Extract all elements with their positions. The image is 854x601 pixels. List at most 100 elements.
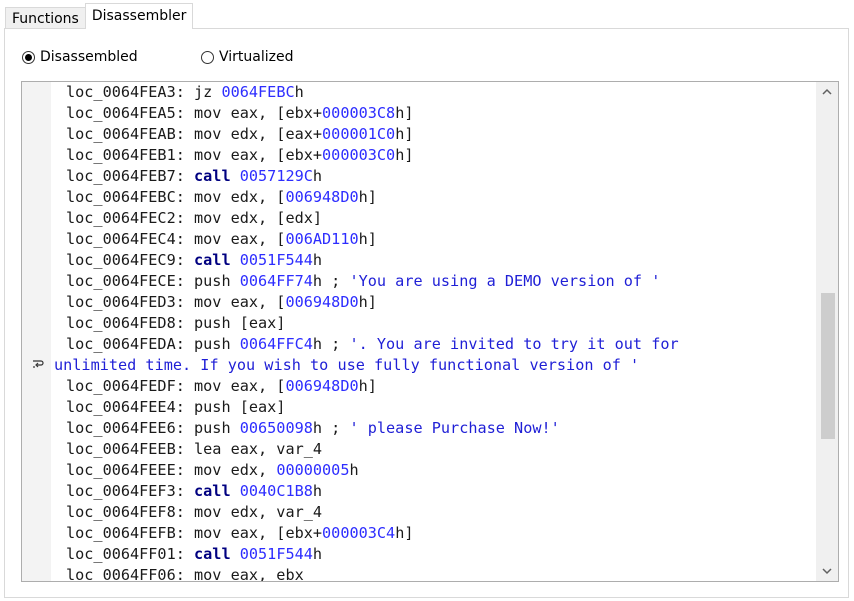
instruction-text: h (312, 482, 323, 500)
instruction-text: h] (358, 377, 377, 395)
string-comment: 'You are using a DEMO version of ' (349, 272, 661, 290)
code-line[interactable]: loc_0064FF01: call 0051F544h (66, 544, 813, 565)
code-line[interactable]: loc_0064FED8: push [eax] (66, 313, 813, 334)
instruction-text: h ; (312, 419, 350, 437)
instruction-text: push (194, 335, 240, 353)
instruction-text (231, 545, 240, 563)
tab-functions[interactable]: Functions (5, 7, 86, 29)
line-address: loc_0064FEDA: (66, 335, 195, 353)
instruction-text: mov eax, [ (194, 377, 286, 395)
line-address: loc_0064FEC4: (66, 230, 195, 248)
code-line[interactable]: loc_0064FEDA: push 0064FFC4h ; '. You ar… (66, 334, 813, 355)
operand-number: 006948D0 (285, 293, 359, 311)
chevron-down-icon[interactable] (816, 561, 838, 581)
instruction-text: h (312, 545, 323, 563)
instruction-text: push (194, 419, 240, 437)
operand-number: 0057129C (239, 167, 313, 185)
instruction-text: h] (395, 146, 414, 164)
radio-virtualized[interactable]: Virtualized (201, 49, 293, 65)
line-address: loc_0064FF01: (66, 545, 195, 563)
code-line[interactable]: loc_0064FEA3: jz 0064FEBCh (66, 82, 813, 103)
instruction-text: push (194, 272, 240, 290)
line-address: loc_0064FEC2: (66, 209, 195, 227)
line-address: loc_0064FEE6: (66, 419, 195, 437)
instruction-text (231, 482, 240, 500)
code-line[interactable]: loc_0064FEC2: mov edx, [edx] (66, 208, 813, 229)
instruction-text: h (312, 167, 323, 185)
code-line[interactable]: loc_0064FEB1: mov eax, [ebx+000003C0h] (66, 145, 813, 166)
code-line[interactable]: loc_0064FEB7: call 0057129Ch (66, 166, 813, 187)
instruction-text: push [eax] (194, 398, 286, 416)
scrollbar-thumb[interactable] (821, 293, 835, 439)
instruction-text: mov edx, var_4 (194, 503, 323, 521)
instruction-text: h] (358, 293, 377, 311)
line-address: loc_0064FEBC: (66, 188, 195, 206)
code-line[interactable]: loc_0064FEFB: mov eax, [ebx+000003C4h] (66, 523, 813, 544)
instruction-text: mov eax, [ebx+ (194, 524, 323, 542)
operand-number: 000003C0 (322, 146, 396, 164)
line-address: loc_0064FEF8: (66, 503, 195, 521)
line-address: loc_0064FEB1: (66, 146, 195, 164)
radio-indicator-unchecked[interactable] (201, 50, 214, 64)
code-line[interactable]: loc_0064FEC4: mov eax, [006AD110h] (66, 229, 813, 250)
instruction-text: mov eax, [ (194, 293, 286, 311)
instruction-text: h] (395, 125, 414, 143)
radio-indicator-checked[interactable] (22, 50, 35, 64)
code-line[interactable]: loc_0064FEE6: push 00650098h ; ' please … (66, 418, 813, 439)
call-keyword: call (194, 482, 231, 500)
string-comment: ' please Purchase Now!' (349, 419, 560, 437)
line-address: loc_0064FECE: (66, 272, 195, 290)
instruction-text: mov eax, ebx (194, 566, 304, 582)
call-keyword: call (194, 251, 231, 269)
instruction-text: h (294, 83, 304, 101)
operand-number: 0040C1B8 (239, 482, 313, 500)
line-address: loc_0064FEFB: (66, 524, 195, 542)
code-line[interactable]: loc_0064FEF8: mov edx, var_4 (66, 502, 813, 523)
operand-number: 0064FEBC (221, 83, 295, 101)
radio-disassembled[interactable]: Disassembled (22, 49, 138, 65)
instruction-text: h] (395, 524, 414, 542)
code-line[interactable]: loc_0064FEF3: call 0040C1B8h (66, 481, 813, 502)
operand-number: 0051F544 (239, 251, 313, 269)
operand-number: 00650098 (239, 419, 313, 437)
line-address: loc_0064FEA3: (66, 83, 195, 101)
code-line[interactable]: loc_0064FED3: mov eax, [006948D0h] (66, 292, 813, 313)
instruction-text: h (312, 251, 323, 269)
line-address: loc_0064FEAB: (66, 125, 195, 143)
operand-number: 006948D0 (285, 188, 359, 206)
line-address: loc_0064FEC9: (66, 251, 195, 269)
instruction-text: mov edx, [ (194, 188, 286, 206)
line-address: loc_0064FEA5: (66, 104, 195, 122)
code-line[interactable]: loc_0064FEE4: push [eax] (66, 397, 813, 418)
tab-disassembler[interactable]: Disassembler (84, 3, 194, 29)
code-line[interactable]: loc_0064FEAB: mov edx, [eax+000001C0h] (66, 124, 813, 145)
vertical-scrollbar[interactable] (816, 82, 838, 581)
code-line[interactable]: loc_0064FEC9: call 0051F544h (66, 250, 813, 271)
code-line[interactable]: loc_0064FEDF: mov eax, [006948D0h] (66, 376, 813, 397)
code-line[interactable]: loc_0064FECE: push 0064FF74h ; 'You are … (66, 271, 813, 292)
operand-number: 0051F544 (239, 545, 313, 563)
disassembly-listing[interactable]: loc_0064FEA3: jz 0064FEBCh loc_0064FEA5: … (21, 81, 839, 582)
code-line[interactable]: unlimited time. If you wish to use fully… (54, 355, 813, 376)
operand-number: 0064FF74 (239, 272, 313, 290)
code-text: loc_0064FEA3: jz 0064FEBCh loc_0064FEA5: … (54, 82, 813, 582)
instruction-text: h] (358, 230, 377, 248)
code-line[interactable]: loc_0064FEBC: mov edx, [006948D0h] (66, 187, 813, 208)
chevron-up-icon[interactable] (816, 82, 838, 102)
code-line[interactable]: loc_0064FEEB: lea eax, var_4 (66, 439, 813, 460)
code-line[interactable]: loc_0064FF06: mov eax, ebx (66, 565, 813, 582)
instruction-text: h] (358, 188, 377, 206)
line-address: loc_0064FEF3: (66, 482, 195, 500)
instruction-text: mov edx, [edx] (194, 209, 323, 227)
call-keyword: call (194, 545, 231, 563)
line-address: loc_0064FED3: (66, 293, 195, 311)
instruction-text (231, 167, 240, 185)
code-line[interactable]: loc_0064FEA5: mov eax, [ebx+000003C8h] (66, 103, 813, 124)
line-address: loc_0064FED8: (66, 314, 195, 332)
radio-label-virtualized: Virtualized (219, 49, 294, 65)
instruction-text: h] (395, 104, 414, 122)
radio-label-disassembled: Disassembled (40, 49, 138, 65)
code-line[interactable]: loc_0064FEEE: mov edx, 00000005h (66, 460, 813, 481)
line-address: loc_0064FEDF: (66, 377, 195, 395)
operand-number: 006AD110 (285, 230, 359, 248)
